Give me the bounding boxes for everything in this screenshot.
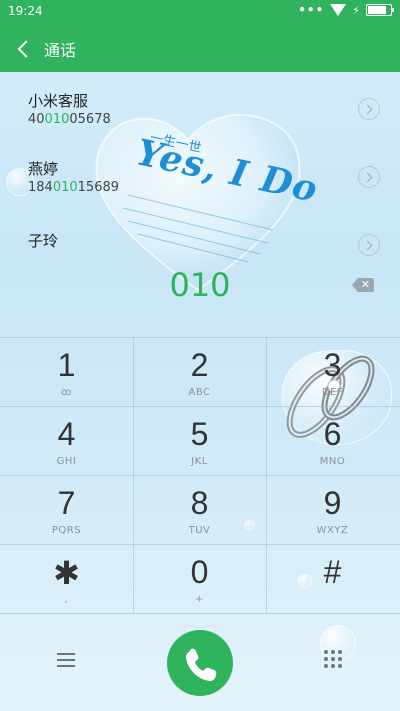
title-bar: 通话: [0, 24, 400, 72]
menu-button[interactable]: [57, 653, 75, 667]
page-title: 通话: [44, 41, 77, 60]
wifi-icon: [330, 4, 347, 16]
dialpad-toggle-button[interactable]: [324, 650, 342, 668]
key-star[interactable]: ✱,: [0, 544, 133, 613]
dialpad: 1ꝏ 2 ABC 3 DEF 4 GHI 5 JKL 6 MNO 7 PQRS 8 TUV 9…: [0, 337, 400, 614]
key-2[interactable]: 2 ABC: [133, 337, 266, 406]
key-8[interactable]: 8 TUV: [133, 475, 266, 544]
key-1[interactable]: 1ꝏ: [0, 337, 133, 406]
list-item[interactable]: 燕婷 18401015689: [0, 158, 400, 222]
contact-name: 子玲: [28, 232, 59, 250]
contact-name: 燕婷: [28, 160, 59, 178]
backspace-button[interactable]: ✕: [352, 278, 374, 292]
call-button[interactable]: [167, 630, 233, 696]
contact-detail-button[interactable]: [358, 98, 380, 120]
dialed-number: 010: [169, 266, 231, 304]
hamburger-icon: [57, 653, 75, 655]
key-5[interactable]: 5 JKL: [133, 406, 266, 475]
key-0[interactable]: 0 +: [133, 544, 266, 613]
key-hash[interactable]: #: [266, 544, 399, 613]
key-7[interactable]: 7 PQRS: [0, 475, 133, 544]
contact-number: 18401015689: [28, 180, 120, 195]
status-time: 19:24: [8, 4, 43, 18]
dialer-actions: [0, 614, 400, 711]
backspace-icon: ✕: [360, 278, 370, 291]
charging-icon: ⚡: [352, 3, 360, 17]
voicemail-icon: ꝏ: [61, 387, 72, 398]
contact-detail-button[interactable]: [358, 166, 380, 188]
contact-detail-button[interactable]: [358, 234, 380, 256]
battery-icon: [366, 4, 394, 16]
key-9[interactable]: 9 WXYZ: [266, 475, 399, 544]
back-button[interactable]: [14, 36, 36, 60]
key-3[interactable]: 3 DEF: [266, 337, 399, 406]
key-6[interactable]: 6 MNO: [266, 406, 399, 475]
status-icons: ••• ⚡: [298, 3, 394, 17]
list-item[interactable]: 小米客服 4001005678: [0, 90, 400, 154]
key-4[interactable]: 4 GHI: [0, 406, 133, 475]
signal-dots: •••: [298, 3, 325, 17]
contact-name: 小米客服: [28, 92, 89, 110]
status-bar: 19:24 ••• ⚡: [0, 0, 400, 24]
phone-icon: [186, 648, 217, 681]
contact-number: 4001005678: [28, 112, 111, 127]
